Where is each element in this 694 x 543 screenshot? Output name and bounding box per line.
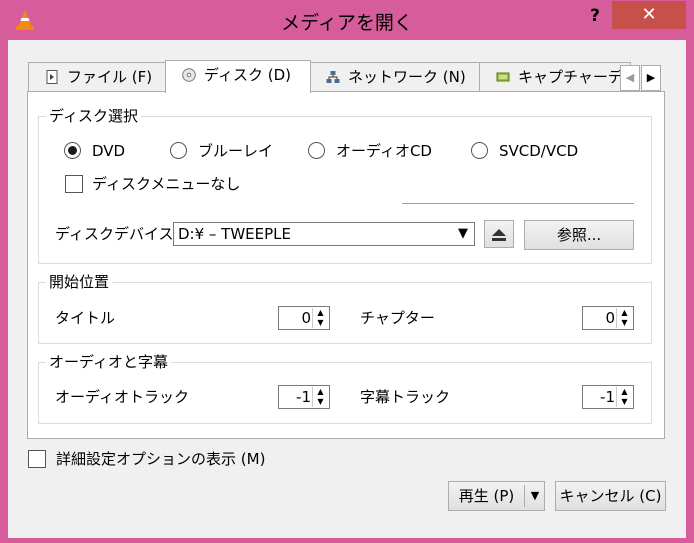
tab-file-label: ファイル (F) xyxy=(67,68,153,86)
subtitle-track-value: -1 xyxy=(600,388,615,406)
title-spinbox[interactable]: 0 ▲ ▼ xyxy=(278,306,330,330)
tab-network[interactable]: ネットワーク (N) xyxy=(309,62,481,92)
audio-track-value: -1 xyxy=(296,388,311,406)
tab-scroll-left-icon[interactable]: ◀ xyxy=(620,65,640,91)
spin-arrows-icon[interactable]: ▲ ▼ xyxy=(616,308,632,328)
separator xyxy=(402,203,634,204)
close-button[interactable]: ✕ xyxy=(612,1,686,29)
disc-device-value: D:¥ – TWEEPLE xyxy=(178,225,292,243)
disc-icon xyxy=(182,68,196,82)
radio-dvd-label: DVD xyxy=(92,142,126,160)
audio-track-spinbox[interactable]: -1 ▲ ▼ xyxy=(278,385,330,409)
subtitle-track-spinbox[interactable]: -1 ▲ ▼ xyxy=(582,385,634,409)
chapter-label: チャプター xyxy=(360,309,435,327)
no-disc-menu-checkbox[interactable] xyxy=(65,175,83,193)
radio-dvd[interactable] xyxy=(64,142,81,159)
audio-subtitles-label: オーディオと字幕 xyxy=(46,353,171,371)
cancel-button[interactable]: キャンセル (C) xyxy=(555,481,666,511)
dialog-body: ファイル (F) ディスク (D) ネットワーク (N) キャプチャーデ ◀ ▶… xyxy=(8,40,686,538)
disc-tab-panel: ディスク選択 DVD ブルーレイ オーディオCD SVCD/VCD ディスクメニ… xyxy=(27,91,665,439)
spin-arrows-icon[interactable]: ▲ ▼ xyxy=(616,387,632,407)
tab-capture[interactable]: キャプチャーデ xyxy=(479,62,631,92)
subtitle-track-label: 字幕トラック xyxy=(360,388,451,406)
advanced-options-checkbox[interactable] xyxy=(28,450,46,468)
advanced-options-label: 詳細設定オプションの表示 (M) xyxy=(56,450,266,468)
no-disc-menu-label: ディスクメニューなし xyxy=(92,175,241,193)
radio-bluray-label: ブルーレイ xyxy=(198,142,274,160)
radio-selected-dot xyxy=(68,146,77,155)
radio-svcd-vcd-label: SVCD/VCD xyxy=(499,142,579,160)
split-divider xyxy=(524,485,525,507)
radio-audio-cd-label: オーディオCD xyxy=(336,142,432,160)
title-label: タイトル xyxy=(55,309,116,327)
tab-file[interactable]: ファイル (F) xyxy=(28,62,168,92)
radio-audio-cd[interactable] xyxy=(308,142,325,159)
radio-bluray[interactable] xyxy=(170,142,187,159)
start-position-group xyxy=(38,282,652,344)
title-bar: メディアを開く ? ✕ xyxy=(0,0,694,40)
audio-track-label: オーディオトラック xyxy=(55,388,189,406)
chapter-value: 0 xyxy=(605,309,615,327)
tab-disc-label: ディスク (D) xyxy=(204,66,291,84)
disc-device-select[interactable]: D:¥ – TWEEPLE ▼ xyxy=(173,222,475,246)
chapter-spinbox[interactable]: 0 ▲ ▼ xyxy=(582,306,634,330)
play-dropdown-arrow-icon[interactable]: ▼ xyxy=(526,481,544,511)
title-value: 0 xyxy=(301,309,311,327)
spin-arrows-icon[interactable]: ▲ ▼ xyxy=(312,387,328,407)
disc-device-label: ディスクデバイス xyxy=(55,225,174,243)
open-media-window: メディアを開く ? ✕ ファイル (F) ディスク (D) ネットワーク (N)… xyxy=(0,0,694,543)
tab-scroll-right-icon[interactable]: ▶ xyxy=(641,65,661,91)
start-position-label: 開始位置 xyxy=(46,273,113,291)
help-button[interactable]: ? xyxy=(578,4,612,28)
capture-icon xyxy=(496,72,510,82)
file-icon xyxy=(46,70,58,84)
tab-capture-label: キャプチャーデ xyxy=(518,68,623,86)
eject-button[interactable] xyxy=(484,220,514,248)
network-icon xyxy=(326,71,340,83)
radio-svcd-vcd[interactable] xyxy=(471,142,488,159)
disc-selection-label: ディスク選択 xyxy=(46,107,141,125)
chevron-down-icon: ▼ xyxy=(458,226,468,241)
tab-scroll-arrows: ◀ ▶ xyxy=(620,62,664,92)
browse-button[interactable]: 参照... xyxy=(524,220,634,250)
eject-icon xyxy=(492,229,506,241)
tab-network-label: ネットワーク (N) xyxy=(348,68,466,86)
spin-arrows-icon[interactable]: ▲ ▼ xyxy=(312,308,328,328)
tab-disc[interactable]: ディスク (D) xyxy=(165,60,311,93)
